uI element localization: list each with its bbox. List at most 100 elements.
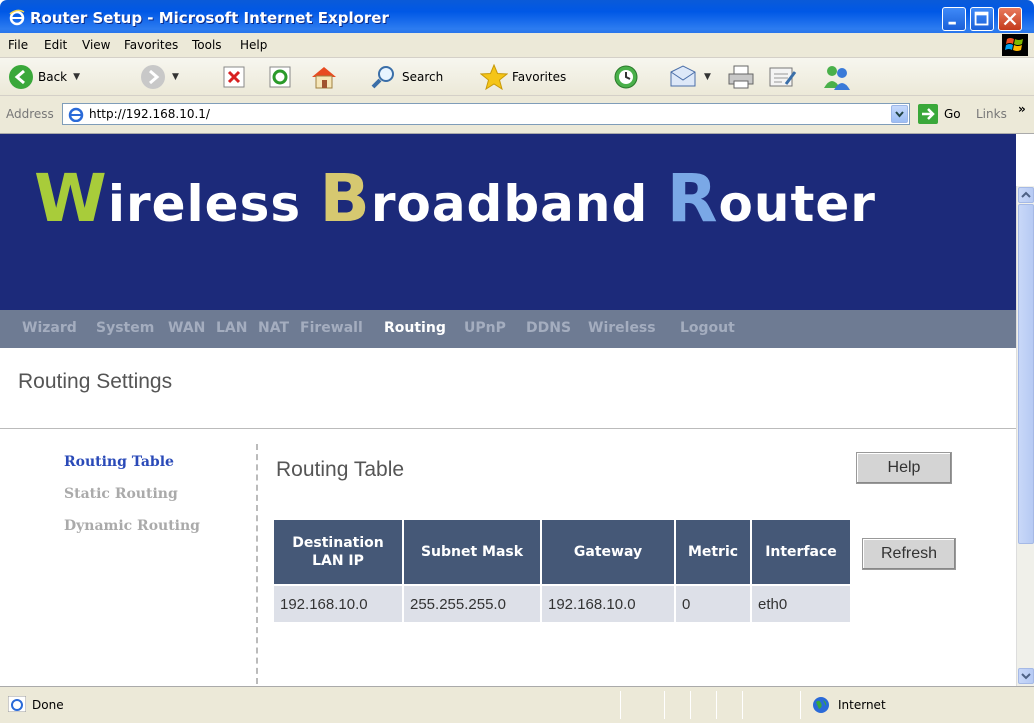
stop-button[interactable] bbox=[222, 64, 246, 90]
nav-logout[interactable]: Logout bbox=[680, 320, 735, 336]
favorites-star-icon bbox=[480, 64, 508, 90]
cell-destination: 192.168.10.0 bbox=[274, 584, 402, 622]
go-label: Go bbox=[944, 107, 961, 121]
menu-view[interactable]: View bbox=[82, 38, 110, 52]
banner-title: Wireless Broadband Router bbox=[34, 160, 876, 237]
page-ie-icon bbox=[67, 106, 85, 122]
menu-file[interactable]: File bbox=[8, 38, 28, 52]
sidebar-divider bbox=[256, 444, 258, 684]
window-title: Router Setup - Microsoft Internet Explor… bbox=[30, 9, 389, 27]
history-icon bbox=[614, 65, 638, 89]
maximize-button[interactable] bbox=[970, 7, 994, 31]
refresh-browser-button[interactable] bbox=[268, 64, 292, 90]
close-button[interactable] bbox=[998, 7, 1022, 31]
mail-button[interactable]: ▼ bbox=[668, 64, 711, 90]
nav-routing[interactable]: Routing bbox=[384, 320, 446, 336]
table-header-row: Destination LAN IP Subnet Mask Gateway M… bbox=[274, 520, 850, 584]
cell-metric: 0 bbox=[676, 584, 750, 622]
nav-wireless[interactable]: Wireless bbox=[588, 320, 656, 336]
sidebar-link-dynamic-routing[interactable]: Dynamic Routing bbox=[64, 518, 200, 534]
menu-edit[interactable]: Edit bbox=[44, 38, 67, 52]
menu-help[interactable]: Help bbox=[240, 38, 267, 52]
scroll-thumb[interactable] bbox=[1018, 204, 1034, 544]
favorites-button[interactable]: Favorites bbox=[480, 64, 566, 90]
refresh-icon bbox=[269, 66, 291, 88]
nav-system[interactable]: System bbox=[96, 320, 154, 336]
status-bar: Done Internet bbox=[0, 686, 1034, 723]
nav-wan[interactable]: WAN bbox=[168, 320, 205, 336]
security-zone: Internet bbox=[812, 696, 886, 714]
section-title: Routing Settings bbox=[18, 370, 173, 393]
col-metric: Metric bbox=[676, 520, 750, 584]
messenger-button[interactable] bbox=[822, 64, 852, 90]
stop-icon bbox=[223, 66, 245, 88]
refresh-button[interactable]: Refresh bbox=[862, 538, 956, 570]
chevron-up-icon bbox=[1021, 191, 1031, 198]
banner-w-rest: ireless bbox=[107, 175, 320, 233]
forward-button[interactable]: ▼ bbox=[140, 64, 179, 90]
favorites-label: Favorites bbox=[512, 70, 567, 84]
back-dropdown-icon[interactable]: ▼ bbox=[73, 72, 80, 82]
status-text: Done bbox=[32, 698, 64, 712]
back-label: Back bbox=[38, 70, 68, 84]
address-input[interactable]: http://192.168.10.1/ bbox=[62, 103, 910, 125]
chevron-down-icon bbox=[895, 111, 904, 118]
home-button[interactable] bbox=[310, 64, 338, 90]
address-url: http://192.168.10.1/ bbox=[89, 107, 210, 121]
windows-logo-icon bbox=[1002, 34, 1028, 56]
history-button[interactable] bbox=[612, 64, 640, 90]
nav-lan[interactable]: LAN bbox=[216, 320, 247, 336]
nav-upnp[interactable]: UPnP bbox=[464, 320, 506, 336]
vertical-scrollbar[interactable] bbox=[1016, 186, 1034, 686]
back-button[interactable]: Back ▼ bbox=[8, 64, 80, 90]
nav-firewall[interactable]: Firewall bbox=[300, 320, 363, 336]
banner-b-rest: roadband bbox=[370, 175, 667, 233]
cell-gateway: 192.168.10.0 bbox=[542, 584, 674, 622]
banner-b-capital: B bbox=[319, 160, 371, 237]
col-interface: Interface bbox=[752, 520, 850, 584]
links-label[interactable]: Links bbox=[976, 107, 1007, 121]
minimize-button[interactable] bbox=[942, 7, 966, 31]
menu-tools[interactable]: Tools bbox=[192, 38, 222, 52]
back-arrow-icon bbox=[9, 65, 33, 89]
page-done-icon bbox=[8, 696, 26, 712]
search-button[interactable]: Search bbox=[370, 64, 443, 90]
zone-label: Internet bbox=[838, 698, 886, 712]
mail-dropdown-icon[interactable]: ▼ bbox=[704, 72, 711, 82]
col-gateway: Gateway bbox=[542, 520, 674, 584]
col-subnet-mask: Subnet Mask bbox=[404, 520, 540, 584]
nav-wizard[interactable]: Wizard bbox=[22, 320, 77, 336]
main-nav: Wizard System WAN LAN NAT Firewall Routi… bbox=[0, 310, 1016, 348]
routing-table: Destination LAN IP Subnet Mask Gateway M… bbox=[272, 520, 852, 622]
ie-icon bbox=[9, 9, 25, 26]
nav-nat[interactable]: NAT bbox=[258, 320, 289, 336]
banner-r-rest: outer bbox=[718, 175, 876, 233]
help-button[interactable]: Help bbox=[856, 452, 952, 484]
sidebar-link-routing-table[interactable]: Routing Table bbox=[64, 454, 174, 470]
address-label: Address bbox=[6, 107, 54, 121]
print-button[interactable] bbox=[726, 64, 756, 90]
go-button[interactable]: Go bbox=[918, 104, 961, 124]
messenger-people-icon bbox=[824, 66, 850, 90]
col-destination-line2: LAN IP bbox=[312, 553, 364, 569]
address-dropdown-button[interactable] bbox=[891, 105, 908, 123]
menu-bar: File Edit View Favorites Tools Help bbox=[0, 33, 1034, 58]
nav-ddns[interactable]: DDNS bbox=[526, 320, 571, 336]
section-divider bbox=[0, 428, 1016, 429]
search-icon bbox=[371, 66, 394, 89]
minimize-icon bbox=[948, 21, 956, 25]
cell-subnet-mask: 255.255.255.0 bbox=[404, 584, 540, 622]
go-arrow-icon bbox=[918, 104, 938, 124]
banner-r-capital: R bbox=[666, 160, 719, 237]
links-more-icon[interactable]: » bbox=[1018, 102, 1026, 116]
status-divider bbox=[800, 691, 801, 719]
edit-button[interactable] bbox=[768, 64, 798, 90]
address-bar: Address http://192.168.10.1/ Go Links » bbox=[0, 96, 1034, 134]
menu-favorites[interactable]: Favorites bbox=[124, 38, 178, 52]
scroll-down-button[interactable] bbox=[1018, 668, 1034, 684]
forward-dropdown-icon[interactable]: ▼ bbox=[172, 72, 179, 82]
sidebar-link-static-routing[interactable]: Static Routing bbox=[64, 486, 178, 502]
routing-table-title: Routing Table bbox=[276, 458, 405, 481]
scroll-up-button[interactable] bbox=[1018, 187, 1034, 203]
table-row: 192.168.10.0 255.255.255.0 192.168.10.0 … bbox=[274, 584, 850, 622]
